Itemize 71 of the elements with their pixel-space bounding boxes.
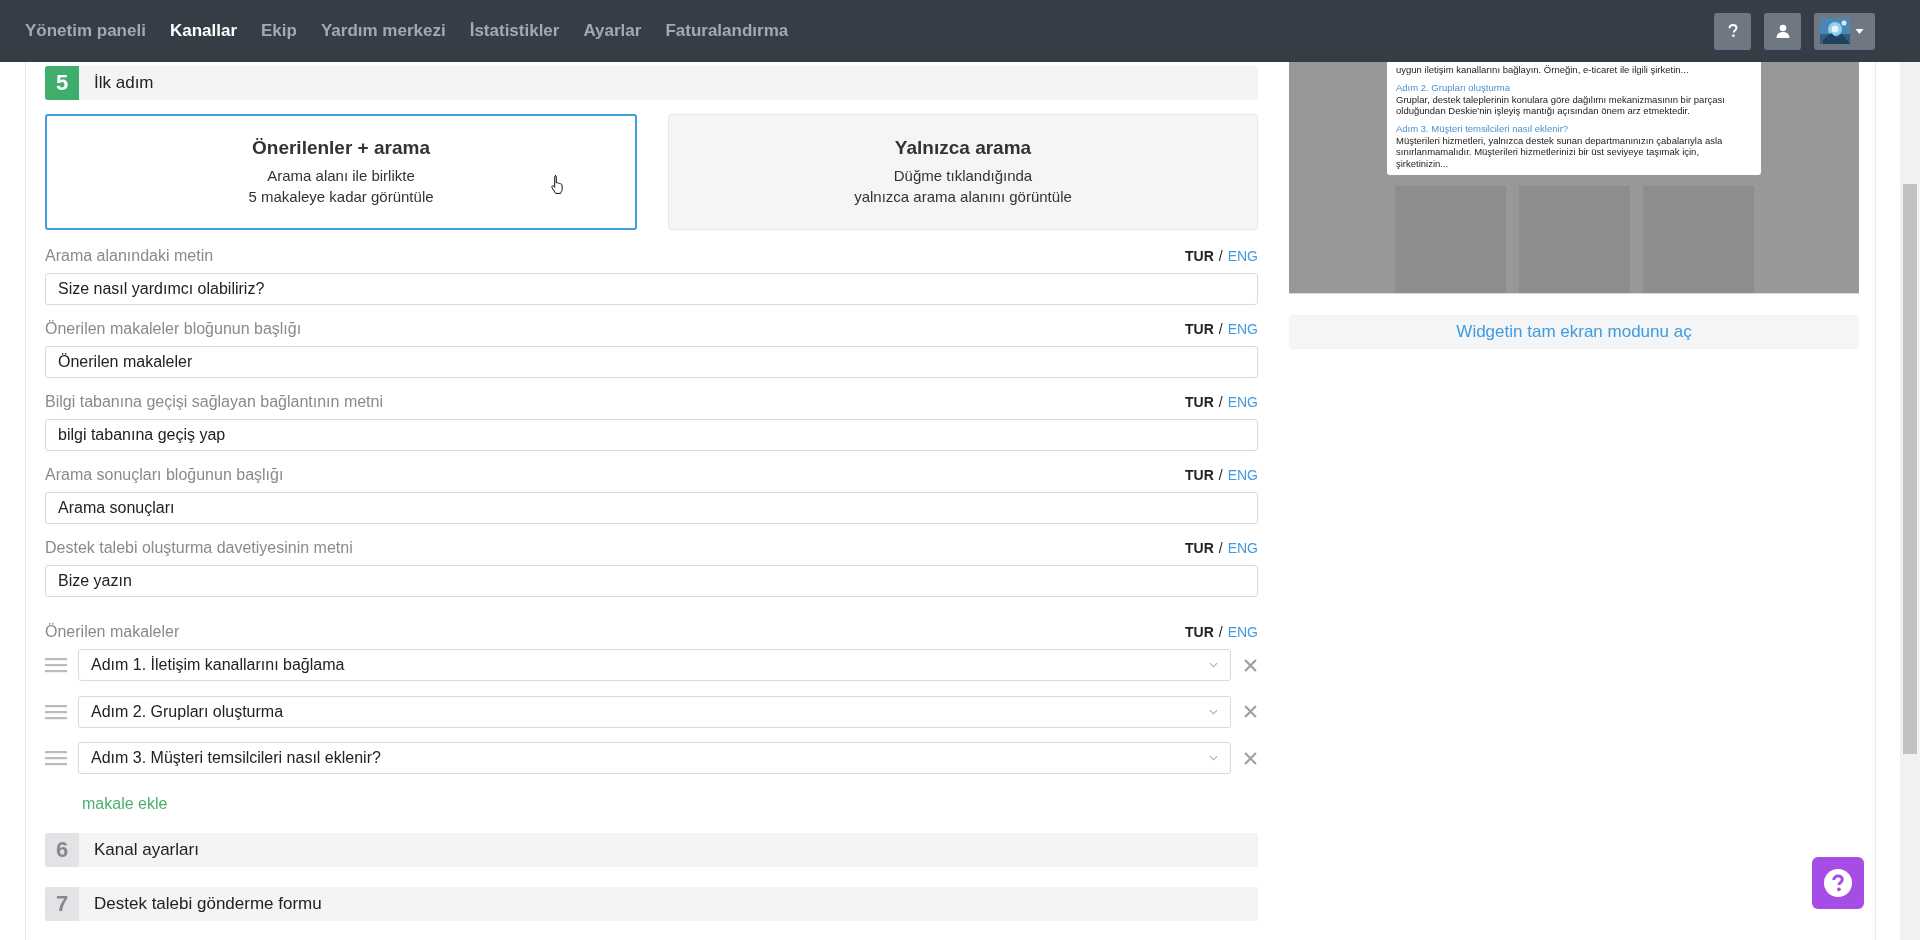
option-description: yalnızca arama alanını görüntüle	[854, 187, 1072, 207]
article-dropdown[interactable]: Adım 2. Grupları oluşturma	[78, 695, 1231, 728]
language-separator: /	[1218, 394, 1223, 410]
close-icon[interactable]	[1244, 658, 1257, 672]
text-field[interactable]: Size nasıl yardımcı olabiliriz?	[45, 273, 1258, 305]
option-description: Arama alanı ile birlikte	[267, 166, 415, 186]
step-title: Kanal ayarları	[94, 839, 199, 860]
preview-article-excerpt: Müşterileri hizmetleri, yalnızca destek sunan departmanınızın çabalarıyla asla sınırlanmamalıdır. Müşterileri hizmetlerinizi bir üst seviyeye taşımak için, şirketinizin...	[1396, 134, 1724, 169]
chevron-down-icon	[1209, 708, 1218, 715]
language-toggle[interactable]: TUR	[1185, 248, 1214, 264]
language-separator: /	[1218, 321, 1223, 337]
help-chat-button[interactable]	[1812, 857, 1864, 909]
help-icon	[1727, 24, 1738, 38]
nav-link[interactable]: Yönetim paneli	[25, 21, 146, 41]
nav-link[interactable]: İstatistikler	[469, 21, 560, 41]
chevron-down-icon	[1209, 662, 1218, 668]
language-toggle[interactable]: TUR	[1185, 467, 1214, 483]
drag-handle-icon[interactable]	[45, 750, 67, 766]
step-header[interactable]: 5 İlk adım	[45, 66, 1258, 100]
language-separator: /	[1218, 624, 1223, 640]
field-label: Arama sonuçları bloğunun başlığı	[45, 466, 284, 484]
option-description: 5 makaleye kadar görüntüle	[248, 187, 434, 207]
nav-link[interactable]: Kanallar	[169, 21, 237, 41]
display-mode-option[interactable]: Yalnızca arama Düğme tıklandığında yalnızca arama alanını görüntüle	[668, 114, 1258, 230]
text-field[interactable]: Önerilen makaleler	[45, 346, 1258, 378]
hand-cursor-icon	[550, 174, 566, 194]
help-icon	[1824, 869, 1852, 897]
language-separator: /	[1218, 540, 1223, 556]
account-menu-button[interactable]	[1814, 12, 1875, 50]
step-number: 7	[45, 886, 79, 921]
step-title: İlk adım	[94, 73, 154, 93]
text-field[interactable]: Arama sonuçları	[45, 492, 1258, 524]
language-toggle[interactable]: TUR	[1185, 540, 1214, 556]
user-icon	[1775, 24, 1790, 38]
drag-handle-icon[interactable]	[45, 703, 67, 720]
nav-link[interactable]: Ekip	[261, 21, 297, 41]
step-header[interactable]: 7 Destek talebi gönderme formu	[45, 886, 1258, 921]
nav-link[interactable]: Yardım merkezi	[320, 21, 446, 41]
step-number: 5	[45, 66, 79, 100]
drag-handle-icon[interactable]	[45, 657, 67, 673]
close-icon[interactable]	[1244, 705, 1257, 718]
option-description: Düğme tıklandığında	[893, 166, 1033, 186]
preview-article-excerpt: uygun iletişim kanallarını bağlayın. Örneğin, e-ticaret ile ilgili şirketin...	[1396, 64, 1690, 76]
preview-article-excerpt: Gruplar, destek taleplerinin konulara göre dağılımı mekanizmasının bir parçası olduğundan Deskie'nin işleyiş mantığı açısından önem arz etmektedir.	[1396, 93, 1726, 117]
option-title: Yalnızca arama	[894, 137, 1032, 159]
step-header[interactable]: 6 Kanal ayarları	[45, 832, 1258, 867]
language-toggle[interactable]: TUR	[1185, 321, 1214, 337]
field-label: Destek talebi oluşturma davetiyesinin metni	[45, 539, 353, 557]
language-separator: /	[1218, 467, 1223, 483]
option-title: Önerilenler + arama	[252, 137, 430, 159]
article-dropdown[interactable]: Adım 1. İletişim kanallarını bağlama	[78, 649, 1231, 681]
help-button[interactable]	[1714, 12, 1751, 50]
field-label: Bilgi tabanına geçişi sağlayan bağlantının metni	[45, 393, 383, 411]
field-label: Önerilen makaleler	[45, 623, 180, 641]
display-mode-option[interactable]: Önerilenler + arama Arama alanı ile birlikte 5 makaleye kadar görüntüle	[45, 114, 637, 230]
caret-icon	[1855, 28, 1864, 34]
field-label: Arama alanındaki metin	[45, 247, 214, 265]
close-icon[interactable]	[1244, 751, 1257, 765]
step-number: 6	[45, 832, 79, 867]
language-toggle[interactable]: TUR	[1185, 624, 1214, 640]
text-field[interactable]: Bize yazın	[45, 565, 1258, 597]
language-separator: /	[1218, 248, 1223, 264]
text-field[interactable]: bilgi tabanına geçiş yap	[45, 419, 1258, 451]
step-title: Destek talebi gönderme formu	[94, 893, 322, 914]
language-toggle[interactable]: TUR	[1185, 394, 1214, 410]
nav-link[interactable]: Ayarlar	[583, 21, 642, 41]
profile-button[interactable]	[1764, 12, 1801, 50]
field-label: Önerilen makaleler bloğunun başlığı	[45, 320, 302, 338]
nav-link[interactable]: Faturalandırma	[665, 21, 789, 41]
chevron-down-icon	[1209, 755, 1218, 761]
article-dropdown[interactable]: Adım 3. Müşteri temsilcileri nasıl eklenir?	[78, 742, 1231, 774]
